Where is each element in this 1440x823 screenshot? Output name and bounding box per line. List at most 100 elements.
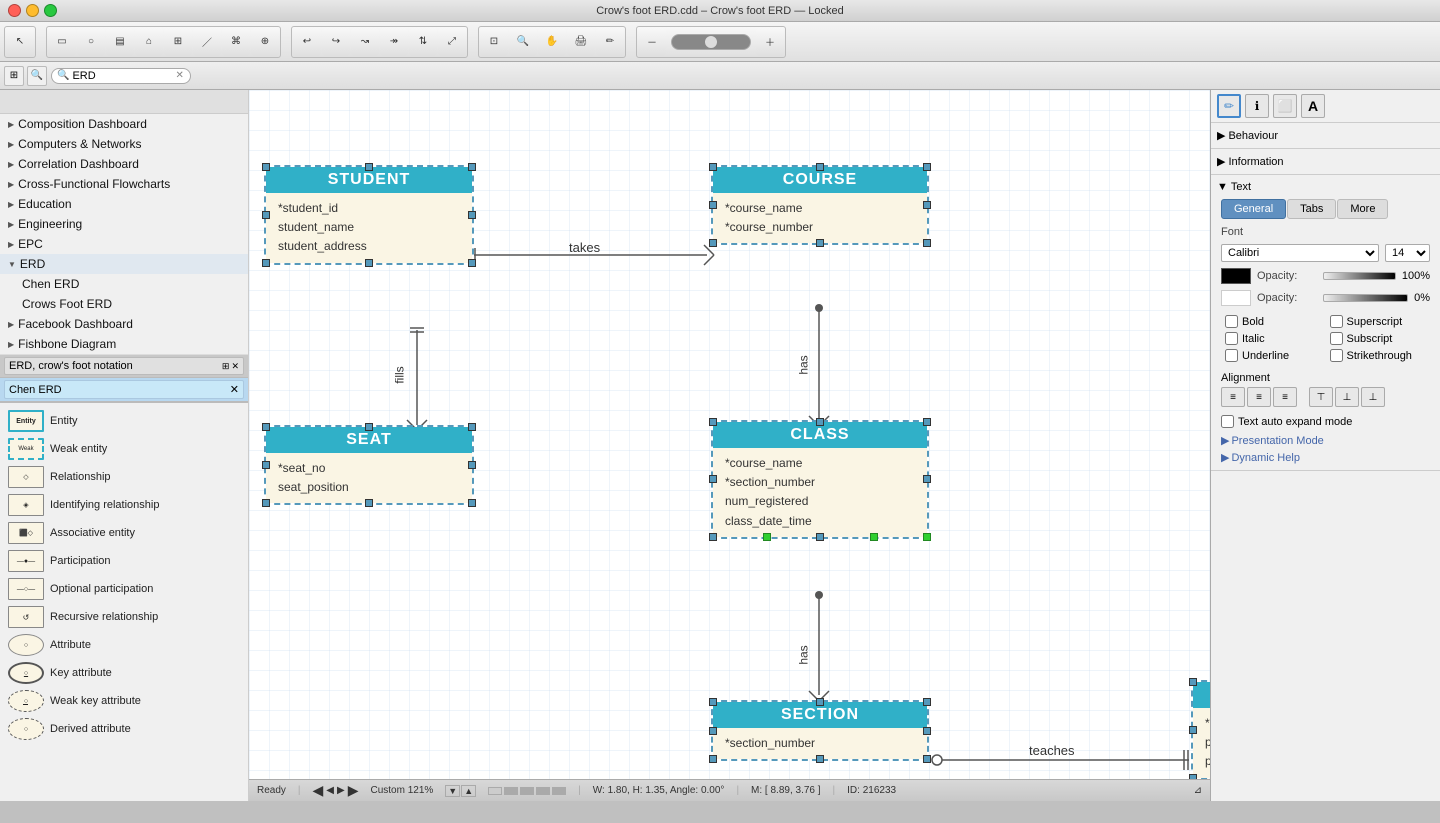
handle-top[interactable] <box>816 698 824 706</box>
page-thumb-1[interactable] <box>488 787 502 795</box>
superscript-checkbox[interactable] <box>1330 315 1343 328</box>
connector-tool[interactable]: ⌘ <box>222 28 250 56</box>
rp-info-icon[interactable]: ℹ <box>1245 94 1269 118</box>
page-thumb-2[interactable] <box>504 787 518 795</box>
print-tool[interactable]: 🖨 <box>567 28 595 56</box>
align-top-button[interactable]: ⊤ <box>1309 387 1333 407</box>
handle-bl[interactable] <box>262 259 270 267</box>
select-tool[interactable]: ↖ <box>6 28 34 56</box>
sidebar-item-chen-erd[interactable]: Chen ERD <box>0 274 248 294</box>
handle-left[interactable] <box>262 211 270 219</box>
rp-information-header[interactable]: ▶ Information <box>1217 153 1434 170</box>
handle-tr[interactable] <box>468 163 476 171</box>
handle-bm2[interactable] <box>870 533 878 541</box>
handle-left[interactable] <box>709 201 717 209</box>
handle-bottom[interactable] <box>365 259 373 267</box>
handle-tl[interactable] <box>1189 678 1197 686</box>
handle-right[interactable] <box>468 461 476 469</box>
palette-key-attribute[interactable]: ○ Key attribute <box>4 659 244 687</box>
underline-checkbox[interactable] <box>1225 349 1238 362</box>
handle-tr[interactable] <box>923 163 931 171</box>
align-middle-button[interactable]: ⊥ <box>1335 387 1359 407</box>
palette-weak-entity[interactable]: Weak Weak entity <box>4 435 244 463</box>
entity-class[interactable]: CLASS *course_name *section_number num_r… <box>711 420 929 539</box>
handle-tr[interactable] <box>923 418 931 426</box>
palette-relationship[interactable]: ◇ Relationship <box>4 463 244 491</box>
sidebar-item-education[interactable]: ▶ Education <box>0 194 248 214</box>
sidebar-item-engineering[interactable]: ▶ Engineering <box>0 214 248 234</box>
sidebar-item-cross-functional[interactable]: ▶ Cross-Functional Flowcharts <box>0 174 248 194</box>
pan-tool[interactable]: ✋ <box>538 28 566 56</box>
bold-checkbox[interactable] <box>1225 315 1238 328</box>
add-tool[interactable]: ⊕ <box>251 28 279 56</box>
handle-br[interactable] <box>468 499 476 507</box>
handle-bl[interactable] <box>709 533 717 541</box>
entity-section[interactable]: SECTION *section_number <box>711 700 929 761</box>
distribute-tool[interactable]: ⤢ <box>438 28 466 56</box>
handle-bl[interactable] <box>262 499 270 507</box>
palette-derived-attribute[interactable]: ○ Derived attribute <box>4 715 244 743</box>
line-tool[interactable]: ／ <box>193 28 221 56</box>
italic-checkbox[interactable] <box>1225 332 1238 345</box>
grid-tool[interactable]: ⊞ <box>164 28 192 56</box>
search-clear-icon[interactable]: ✕ <box>175 70 183 81</box>
arrow-tool[interactable]: ↠ <box>380 28 408 56</box>
palette-entity[interactable]: Entity Entity <box>4 407 244 435</box>
tab-general[interactable]: General <box>1221 199 1286 219</box>
handle-bottom[interactable] <box>365 499 373 507</box>
entity-seat[interactable]: SEAT *seat_no seat_position <box>264 425 474 505</box>
handle-top[interactable] <box>365 423 373 431</box>
handle-left[interactable] <box>709 475 717 483</box>
rp-pen-icon[interactable]: ✏ <box>1217 94 1241 118</box>
handle-tr[interactable] <box>468 423 476 431</box>
handle-right[interactable] <box>923 727 931 735</box>
undo-tool[interactable]: ↩ <box>293 28 321 56</box>
palette-participation[interactable]: —●— Participation <box>4 547 244 575</box>
handle-bottom[interactable] <box>816 755 824 763</box>
handle-right[interactable] <box>468 211 476 219</box>
handle-bl[interactable] <box>709 755 717 763</box>
rp-monitor-icon[interactable]: ⬜ <box>1273 94 1297 118</box>
page-thumb-3[interactable] <box>520 787 534 795</box>
minimize-button[interactable] <box>26 4 39 17</box>
align-right-button[interactable]: ≡ <box>1273 387 1297 407</box>
zoom-step-down[interactable]: ▼ <box>445 785 460 797</box>
sidebar-item-fishbone[interactable]: ▶ Fishbone Diagram <box>0 334 248 354</box>
close-button[interactable] <box>8 4 21 17</box>
handle-bottom[interactable] <box>816 533 824 541</box>
presentation-mode-link[interactable]: ▶ Presentation Mode <box>1217 432 1434 449</box>
handle-top[interactable] <box>816 163 824 171</box>
handle-right[interactable] <box>923 201 931 209</box>
sidebar-item-computers[interactable]: ▶ Computers & Networks <box>0 134 248 154</box>
handle-left[interactable] <box>709 727 717 735</box>
handle-tl[interactable] <box>262 423 270 431</box>
handle-top[interactable] <box>816 418 824 426</box>
page-thumb-4[interactable] <box>536 787 550 795</box>
strikethrough-checkbox[interactable] <box>1330 349 1343 362</box>
align-bottom-button[interactable]: ⊥ <box>1361 387 1385 407</box>
handle-left[interactable] <box>1189 726 1197 734</box>
page-thumb-5[interactable] <box>552 787 566 795</box>
entity-professor[interactable]: PROFESSOR *professor_id professor_name p… <box>1191 680 1210 779</box>
page-prev2-button[interactable]: ◀ <box>326 785 334 796</box>
sidebar-item-facebook[interactable]: ▶ Facebook Dashboard <box>0 314 248 334</box>
rectangle-tool[interactable]: ▭ <box>48 28 76 56</box>
handle-right[interactable] <box>923 475 931 483</box>
zoom-out-button[interactable]: － <box>638 28 666 56</box>
resize-handle[interactable]: ⊿ <box>1194 785 1202 796</box>
handle-br[interactable] <box>923 755 931 763</box>
search-box[interactable]: 🔍 ✕ <box>51 68 191 84</box>
tab-erd-crows-foot[interactable]: ERD, crow's foot notation ⊞ ✕ <box>4 357 244 375</box>
handle-tl[interactable] <box>709 418 717 426</box>
opacity-slider-2[interactable] <box>1323 294 1408 302</box>
palette-optional-participation[interactable]: —○— Optional participation <box>4 575 244 603</box>
font-size-select[interactable]: 14 10 12 16 <box>1385 244 1430 262</box>
zoom-fit-tool[interactable]: ⊡ <box>480 28 508 56</box>
page-next2-button[interactable]: ▶ <box>348 782 359 799</box>
handle-tl[interactable] <box>709 163 717 171</box>
ellipse-tool[interactable]: ○ <box>77 28 105 56</box>
handle-br[interactable] <box>923 239 931 247</box>
palette-attribute[interactable]: ○ Attribute <box>4 631 244 659</box>
tab-close-icon[interactable]: ✕ <box>230 383 239 396</box>
redo-tool[interactable]: ↪ <box>322 28 350 56</box>
